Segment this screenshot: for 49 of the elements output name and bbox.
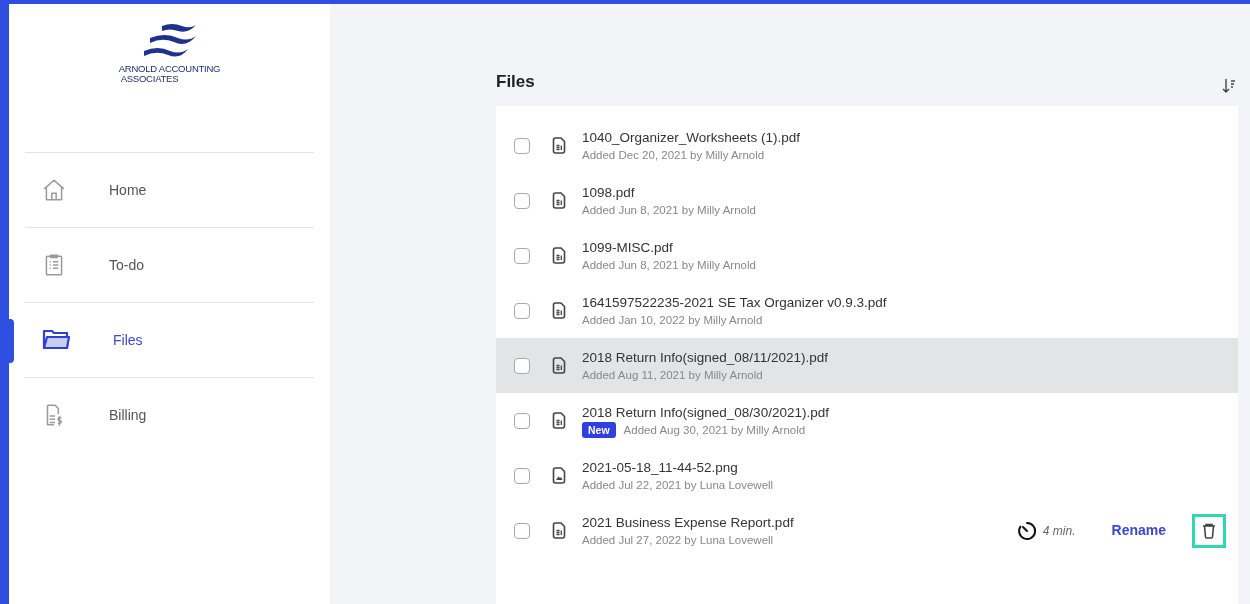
rename-link[interactable]: Rename bbox=[1111, 520, 1166, 541]
checkbox[interactable] bbox=[514, 192, 530, 209]
files-title: Files bbox=[496, 70, 535, 93]
file-name: 2021-05-18_11-44-52.png bbox=[582, 458, 739, 477]
document-icon bbox=[552, 137, 566, 154]
checkbox[interactable] bbox=[514, 302, 530, 319]
nav-item[interactable]: Home bbox=[25, 153, 314, 227]
image-file-icon bbox=[552, 467, 566, 484]
file-name: 2021 Business Expense Report.pdf bbox=[582, 513, 795, 532]
trash-icon bbox=[1202, 522, 1216, 539]
file-meta: Added Dec 20, 2021 by Milly Arnold bbox=[582, 147, 765, 163]
logo-text: ASSOCIATES bbox=[120, 74, 179, 84]
checkbox[interactable] bbox=[514, 467, 530, 484]
new-badge: New bbox=[582, 421, 616, 438]
file-meta: Added Jul 22, 2021 by Luna Lovewell bbox=[582, 477, 774, 493]
time-estimate: 4 min. bbox=[1042, 522, 1076, 540]
document-icon bbox=[552, 357, 566, 374]
file-name: 2018 Return Info(signed_08/11/2021).pdf bbox=[582, 348, 829, 367]
document-icon bbox=[552, 192, 566, 209]
nav-item[interactable]: Billing bbox=[25, 378, 314, 452]
file-name: 1040_Organizer_Worksheets (1).pdf bbox=[582, 128, 802, 147]
document-icon bbox=[552, 302, 566, 319]
checkbox[interactable] bbox=[514, 522, 530, 539]
checkbox[interactable] bbox=[514, 137, 530, 154]
file-meta: Added Jun 8, 2021 by Milly Arnold bbox=[582, 202, 756, 218]
checkbox[interactable] bbox=[514, 357, 530, 374]
nav-item[interactable]: Files bbox=[25, 303, 314, 377]
logo-text: ARNOLD ACCOUNTING bbox=[118, 64, 221, 74]
file-meta: Added Jun 8, 2021 by Milly Arnold bbox=[582, 257, 756, 273]
delete-button[interactable] bbox=[1192, 513, 1226, 548]
file-meta: Added Aug 30, 2021 by Milly Arnold bbox=[623, 422, 806, 438]
document-icon bbox=[552, 522, 566, 539]
active-indicator bbox=[9, 319, 14, 363]
file-meta: Added Aug 11, 2021 by Milly Arnold bbox=[582, 367, 763, 383]
home-icon bbox=[41, 177, 67, 203]
document-icon bbox=[552, 412, 566, 429]
file-row[interactable]: 2018 Return Info(signed_08/11/2021).pdf Added Aug 11, 2021 by Milly Arnold bbox=[496, 338, 1238, 393]
nav-item[interactable]: To-do bbox=[25, 228, 314, 302]
timer-icon bbox=[1016, 520, 1037, 541]
file-name: 2018 Return Info(signed_08/30/2021).pdf bbox=[582, 403, 830, 422]
file-name: 1099-MISC.pdf bbox=[582, 238, 674, 257]
file-name: 1641597522235-2021 SE Tax Organizer v0.9.3.pdf bbox=[582, 293, 888, 312]
checkbox[interactable] bbox=[514, 412, 530, 429]
file-meta: Added Jul 27, 2022 by Luna Lovewell bbox=[582, 532, 774, 548]
checkbox[interactable] bbox=[514, 247, 530, 264]
file-name: 1098.pdf bbox=[582, 183, 636, 202]
document-icon bbox=[552, 247, 566, 264]
sort-icon[interactable] bbox=[1222, 78, 1236, 94]
file-meta: Added Jan 10, 2022 by Milly Arnold bbox=[582, 312, 763, 328]
